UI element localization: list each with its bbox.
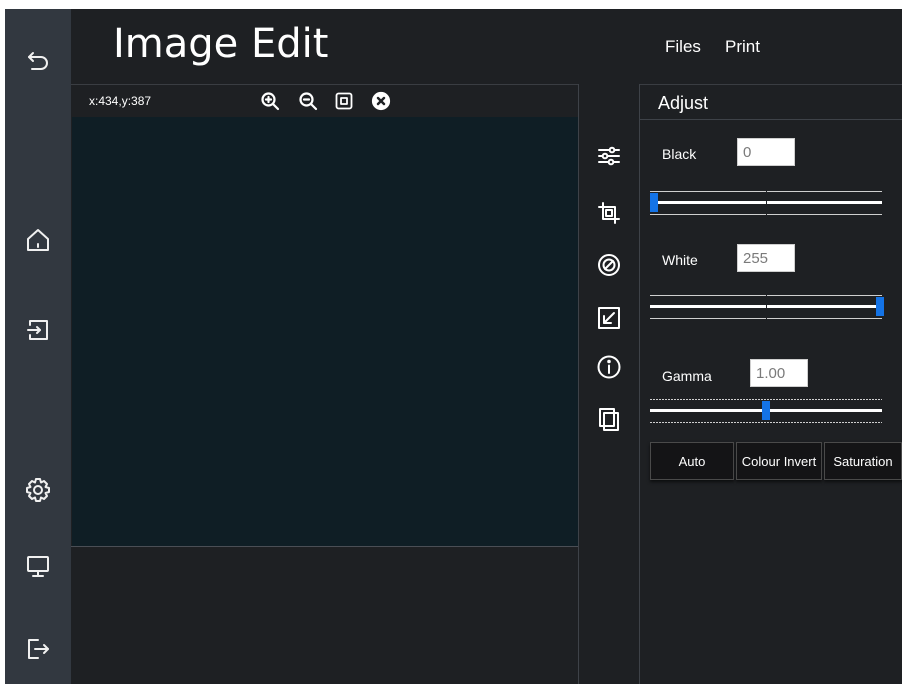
header: Image Edit Files Print [71,9,902,84]
files-menu[interactable]: Files [665,37,701,57]
black-label: Black [662,146,697,162]
monitor-icon [27,556,49,577]
zoom-out-button[interactable] [297,90,319,112]
adjust-panel-header: Adjust [640,84,902,120]
adjust-sliders-icon [598,146,620,166]
print-menu[interactable]: Print [725,37,760,57]
close-image-button[interactable] [370,90,392,112]
resize-icon [598,307,620,329]
gamma-slider-thumb[interactable] [762,401,770,420]
black-slider[interactable] [650,188,890,218]
settings-gear-icon [26,478,50,502]
colour-invert-button[interactable]: Colour Invert [736,442,822,480]
white-label: White [662,252,698,268]
crop-icon [598,202,620,224]
page-title: Image Edit [113,21,329,67]
black-slider-thumb[interactable] [650,193,658,212]
back-button[interactable] [18,41,58,81]
info-tool-button[interactable] [594,352,624,382]
zoom-in-button[interactable] [259,90,281,112]
canvas-toolbar: x:434,y:387 [71,84,579,116]
crop-tool-button[interactable] [594,198,624,228]
app-window: Image Edit Files Print x:434,y:387 Adjus… [5,9,902,684]
fit-screen-icon [335,92,353,110]
cursor-coordinates: x:434,y:387 [89,94,152,108]
adjust-panel-title: Adjust [658,93,709,113]
saturation-button[interactable]: Saturation [824,442,902,480]
import-icon [27,320,48,340]
resize-tool-button[interactable] [594,303,624,333]
copy-tool-button[interactable] [594,404,624,434]
gamma-value-input[interactable] [750,359,808,387]
home-button[interactable] [18,220,58,260]
import-button[interactable] [18,310,58,350]
fit-screen-button[interactable] [333,90,355,112]
zoom-out-icon [299,92,318,111]
info-icon [597,355,621,379]
auto-button[interactable]: Auto [650,442,734,480]
white-slider[interactable] [650,292,890,322]
zoom-in-icon [261,92,280,111]
white-slider-thumb[interactable] [876,297,884,316]
logout-button[interactable] [18,629,58,669]
target-tool-button[interactable] [594,250,624,280]
gamma-slider[interactable] [650,396,890,426]
tool-column [579,84,639,684]
image-canvas[interactable] [72,117,578,546]
display-button[interactable] [18,546,58,586]
canvas-divider [71,546,579,547]
white-value-input[interactable] [737,244,795,272]
adjust-tool-button[interactable] [594,141,624,171]
copy-icon [599,408,619,431]
logout-icon [28,639,49,659]
left-rail [5,9,71,684]
settings-button[interactable] [18,470,58,510]
target-icon [598,254,620,276]
back-arrow-icon [28,52,48,70]
black-value-input[interactable] [737,138,795,166]
adjust-panel: Adjust Black White Gamma Auto Colour Inv… [640,84,902,684]
gamma-label: Gamma [662,368,712,384]
home-icon [27,229,49,251]
close-circle-icon [371,91,391,111]
